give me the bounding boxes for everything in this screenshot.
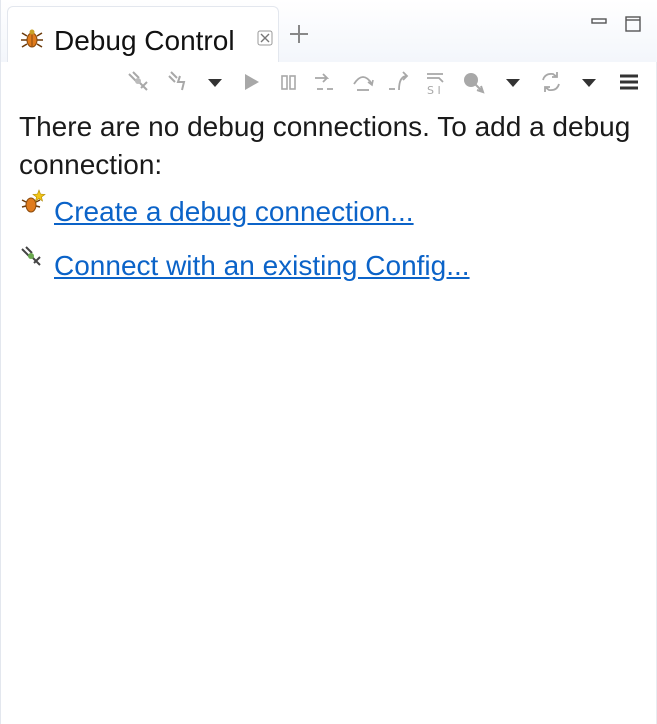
reset-dropdown-icon[interactable] [499,68,527,96]
debug-control-view: Debug Control S I There are no debug con… [0,0,657,724]
reset-icon[interactable] [459,68,487,96]
step-over-icon[interactable] [349,68,377,96]
connect-config-link[interactable]: Connect with an existing Config... [54,248,470,284]
create-connection-row: Create a debug connection... [19,189,649,244]
connect-icon[interactable] [125,68,153,96]
tab-bar: Debug Control [1,0,657,62]
resume-icon[interactable] [237,68,265,96]
tab-title: Debug Control [54,25,235,56]
connect-config-row: Connect with an existing Config... [19,246,649,298]
view-menu-icon[interactable] [615,68,643,96]
empty-state-message: There are no debug connections. To add a… [19,111,631,180]
new-connection-icon [19,188,47,216]
create-connection-link[interactable]: Create a debug connection... [54,194,414,230]
empty-state: There are no debug connections. To add a… [19,108,649,298]
refresh-icon[interactable] [537,68,565,96]
step-into-icon[interactable] [311,68,339,96]
minimize-icon[interactable] [589,14,609,34]
tab-debug-control[interactable]: Debug Control [7,6,279,62]
connect-dropdown-icon[interactable] [201,68,229,96]
bug-icon [20,27,44,51]
maximize-icon[interactable] [623,14,643,34]
suspend-icon[interactable] [275,68,303,96]
disconnect-icon[interactable] [165,68,193,96]
connect-config-icon [19,244,47,272]
step-return-icon[interactable] [385,68,413,96]
svg-text:S I: S I [427,84,441,96]
debug-toolbar: S I [1,62,657,106]
close-icon[interactable] [256,29,274,47]
refresh-dropdown-icon[interactable] [575,68,603,96]
instruction-step-icon[interactable]: S I [421,68,449,96]
plus-icon[interactable] [287,22,311,46]
